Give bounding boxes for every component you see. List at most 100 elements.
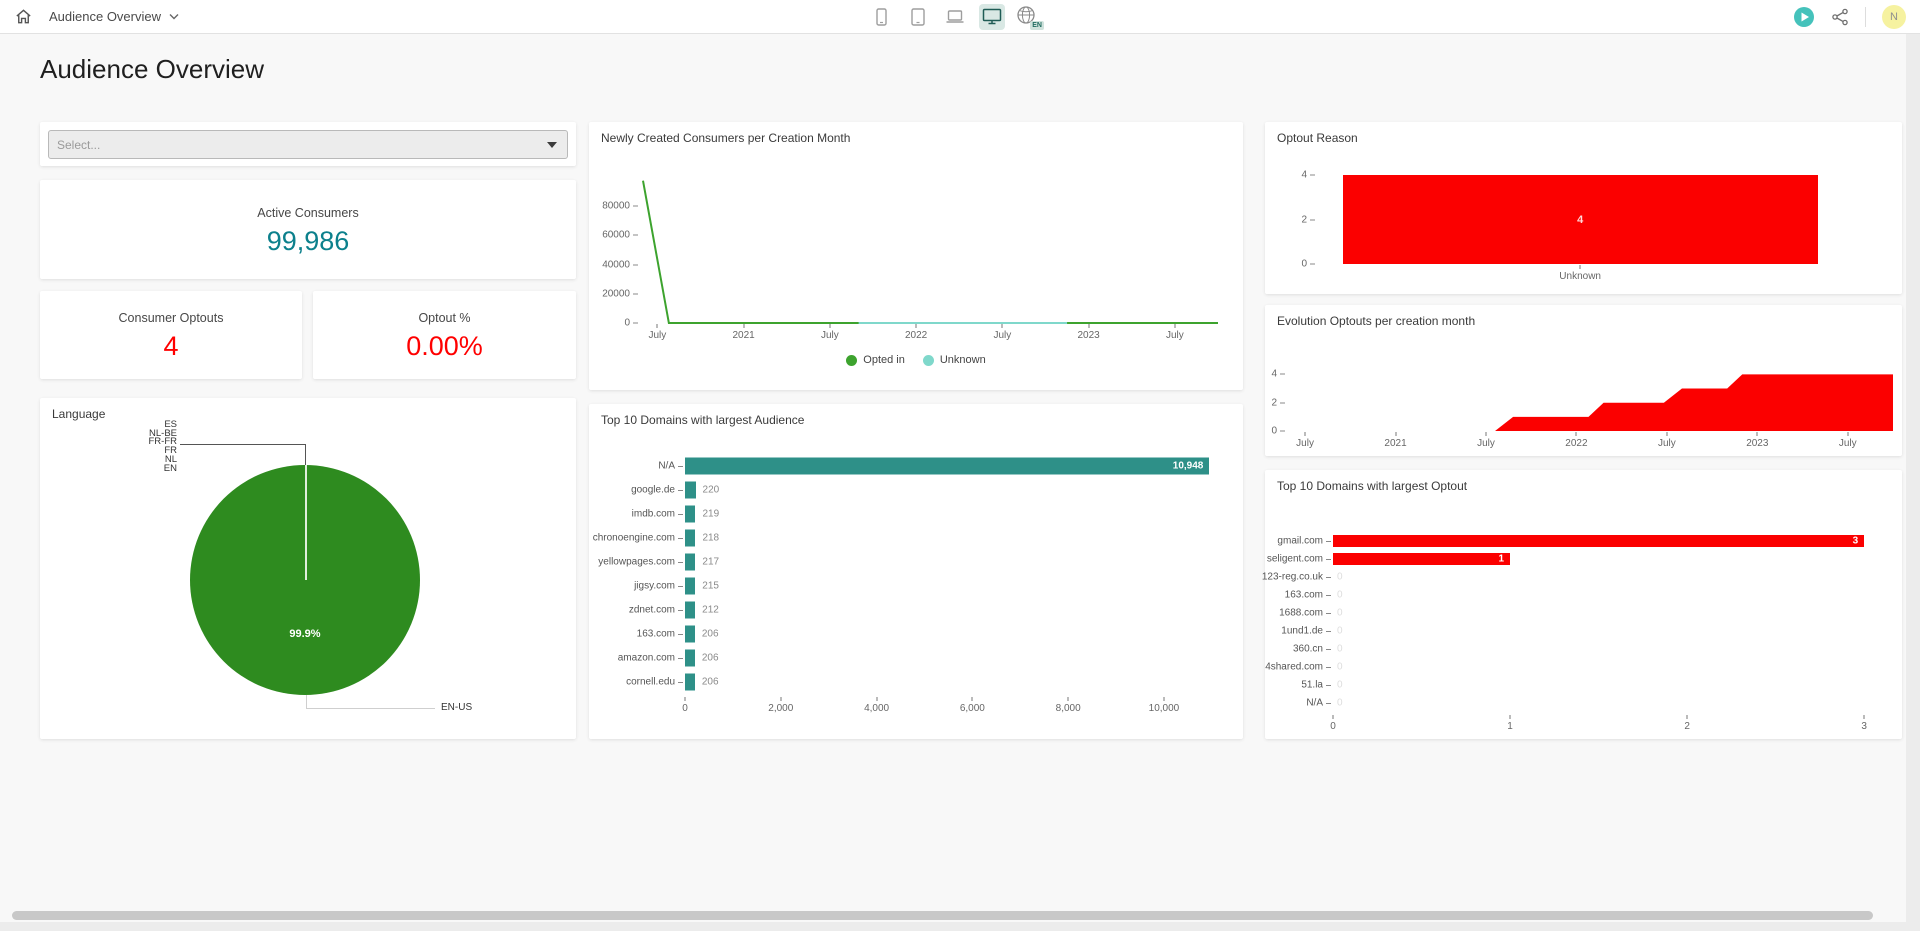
device-mobile-button[interactable] — [868, 4, 894, 30]
category-label: gmail.com — [1277, 536, 1323, 547]
category-tick — [678, 538, 683, 539]
category-tick — [678, 634, 683, 635]
panel-title: Newly Created Consumers per Creation Mon… — [601, 131, 850, 145]
category-tick — [1326, 667, 1331, 668]
chart-legend: Opted inUnknown — [589, 354, 1243, 366]
panel-optout-reason: Optout Reason 0244Unknown — [1265, 122, 1902, 294]
kpi-value: 99,986 — [40, 226, 576, 257]
value-label: 0 — [1337, 590, 1343, 601]
x-axis-tick-label: July — [821, 330, 839, 341]
bar-row: amazon.com206 — [685, 646, 1231, 670]
bar-chart[interactable]: gmail.com3seligent.com1123-reg.co.uk0163… — [1333, 532, 1889, 712]
category-tick — [1326, 703, 1331, 704]
x-axis-tick-label: July — [1839, 438, 1857, 449]
category-tick — [1326, 685, 1331, 686]
x-axis-tick — [1757, 432, 1758, 436]
category-label: 1688.com — [1279, 608, 1323, 619]
category-label: N/A — [1306, 698, 1323, 709]
dashboard-selector[interactable]: Audience Overview — [49, 9, 179, 24]
category-tick — [1326, 631, 1331, 632]
dashboard-selector-label: Audience Overview — [49, 9, 161, 24]
y-axis-tick: 4 — [1301, 170, 1315, 181]
x-axis-tick-label: Unknown — [1559, 271, 1601, 282]
x-axis-tick-label: 1 — [1507, 721, 1513, 732]
value-label: 10,948 — [1173, 461, 1204, 472]
pie-leader-line — [306, 708, 435, 709]
category-tick — [678, 562, 683, 563]
category-label: cornell.edu — [626, 677, 675, 688]
share-icon[interactable] — [1831, 8, 1849, 26]
bar-row: zdnet.com212 — [685, 598, 1231, 622]
select-caret-icon — [547, 142, 557, 148]
pie-slice-boundary — [305, 465, 307, 580]
bar-row: yellowpages.com217 — [685, 550, 1231, 574]
x-axis-tick-label: 2,000 — [768, 703, 793, 714]
bar-row: cornell.edu206 — [685, 670, 1231, 694]
area-chart[interactable]: 024July2021July2022July2023July — [1290, 368, 1893, 431]
bar-chart[interactable]: 0244Unknown — [1320, 165, 1888, 264]
value-label: 0 — [1337, 572, 1343, 583]
value-label: 206 — [702, 653, 719, 664]
category-tick — [1326, 649, 1331, 650]
page-title: Audience Overview — [40, 54, 264, 85]
category-tick — [1326, 577, 1331, 578]
select-placeholder: Select... — [57, 138, 100, 152]
category-tick — [1326, 541, 1331, 542]
bar — [685, 626, 695, 643]
x-axis-tick — [1163, 697, 1164, 701]
x-axis-tick-label: 3 — [1861, 721, 1867, 732]
bar — [685, 578, 695, 595]
app-window: { "topbar": { "nav_title": "Audience Ove… — [0, 0, 1920, 931]
x-axis-tick — [1068, 697, 1069, 701]
x-axis-tick-label: July — [1477, 438, 1495, 449]
y-axis-tick: 2 — [1301, 214, 1315, 225]
desktop-icon — [982, 8, 1002, 25]
bar-chart[interactable]: N/A10,948google.de220imdb.com219chronoen… — [685, 454, 1231, 694]
pie-callout-label: EN — [149, 465, 178, 474]
bar-row: google.de220 — [685, 478, 1231, 502]
x-axis-tick — [1395, 432, 1396, 436]
home-button[interactable] — [14, 7, 33, 26]
horizontal-scrollbar[interactable] — [12, 911, 1873, 920]
category-label: 4shared.com — [1265, 662, 1323, 673]
laptop-icon — [945, 9, 965, 25]
bar-row: 123-reg.co.uk0 — [1333, 568, 1889, 586]
x-axis-tick — [1174, 324, 1175, 328]
topbar-actions: N — [1793, 0, 1906, 33]
x-axis-tick — [657, 324, 658, 328]
avatar-initial: N — [1890, 11, 1898, 23]
pie-percentage-label: 99.9% — [245, 628, 365, 640]
kpi-label: Active Consumers — [40, 206, 576, 220]
language-button[interactable]: EN — [1016, 5, 1042, 29]
kpi-label: Consumer Optouts — [40, 311, 302, 325]
line-chart[interactable]: 020000400006000080000July2021July2022Jul… — [643, 177, 1218, 323]
y-axis-tick: 80000 — [602, 201, 638, 212]
bar-row: 163.com206 — [685, 622, 1231, 646]
device-desktop-button[interactable] — [979, 4, 1005, 30]
x-axis-tick — [829, 324, 830, 328]
device-laptop-button[interactable] — [942, 4, 968, 30]
x-axis-tick — [1666, 432, 1667, 436]
panel-top-domains-audience: Top 10 Domains with largest Audience N/A… — [589, 404, 1243, 739]
x-axis-tick-label: 2021 — [1384, 438, 1406, 449]
value-label: 218 — [702, 533, 719, 544]
x-axis-tick — [1847, 432, 1848, 436]
run-button[interactable] — [1793, 6, 1815, 28]
x-axis-tick-label: July — [1296, 438, 1314, 449]
avatar[interactable]: N — [1882, 5, 1906, 29]
x-axis-tick — [1305, 432, 1306, 436]
bar-row: chronoengine.com218 — [685, 526, 1231, 550]
bar — [685, 554, 695, 571]
y-axis-tick: 40000 — [602, 259, 638, 270]
panel-title: Top 10 Domains with largest Optout — [1277, 479, 1467, 493]
value-label: 0 — [1337, 608, 1343, 619]
value-label: 0 — [1337, 680, 1343, 691]
audience-filter-select[interactable]: Select... — [48, 130, 568, 159]
device-tablet-button[interactable] — [905, 4, 931, 30]
category-tick — [678, 586, 683, 587]
x-axis-tick — [916, 324, 917, 328]
value-label: 0 — [1337, 644, 1343, 655]
panel-consumer-optouts: Consumer Optouts 4 — [40, 291, 302, 379]
x-axis-tick — [1088, 324, 1089, 328]
value-label: 0 — [1337, 626, 1343, 637]
